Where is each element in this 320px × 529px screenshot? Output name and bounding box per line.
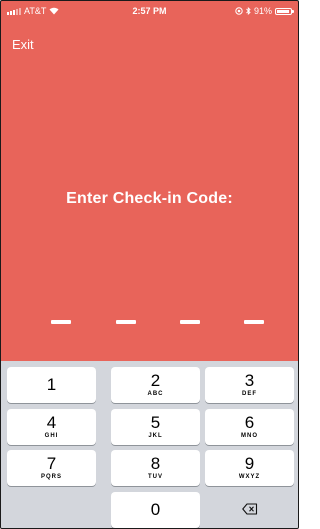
key-letters: WXYZ [238,474,261,480]
key-9[interactable]: 9 WXYZ [205,450,294,486]
key-letters: DEF [242,391,257,397]
key-digit: 8 [150,454,161,473]
key-letters: PQRS [40,474,62,480]
key-digit: 1 [46,375,57,394]
key-letters: ABC [147,391,164,397]
key-digit: 6 [244,413,255,432]
key-0[interactable]: 0 [111,492,200,528]
code-slot [244,320,264,324]
key-digit: 2 [150,371,161,390]
key-1[interactable]: 1 [7,367,96,403]
key-5[interactable]: 5 JKL [111,409,200,445]
key-letters: GHI [44,433,59,439]
key-letters: MNO [241,433,258,439]
key-digit: 9 [244,454,255,473]
key-digit: 5 [150,413,161,432]
key-digit: 3 [244,371,255,390]
battery-level [277,9,289,13]
code-slot [116,320,136,324]
numeric-keypad: 1 2 ABC 3 DEF 4 GHI 5 JKL 6 MNO 7 PQRS 8 TUV 9 WXYZ 0 [1,361,298,528]
key-4[interactable]: 4 GHI [7,409,96,445]
key-8[interactable]: 8 TUV [111,450,200,486]
key-digit: 0 [150,500,161,519]
code-slots[interactable] [1,320,298,326]
key-digit: 7 [46,454,57,473]
key-3[interactable]: 3 DEF [205,367,294,403]
location-icon [235,7,243,15]
delete-key[interactable] [205,492,294,528]
code-slot [180,320,200,324]
key-2[interactable]: 2 ABC [111,367,200,403]
key-7[interactable]: 7 PQRS [7,450,96,486]
exit-button[interactable]: Exit [12,37,34,52]
status-bar: AT&T 2:57 PM 91% [1,1,298,21]
status-right: 91% [235,6,294,16]
phone-screen: AT&T 2:57 PM 91% Exit Enter Check-in Cod… [0,0,299,529]
battery-icon [275,7,294,15]
key-letters: TUV [148,474,163,480]
check-in-prompt: Enter Check-in Code: [66,190,233,207]
backspace-icon [242,503,258,515]
code-slot [51,320,71,324]
bluetooth-icon [246,7,251,15]
key-letters: JKL [148,433,163,439]
key-digit: 4 [46,413,57,432]
battery-percent: 91% [253,6,272,16]
key-6[interactable]: 6 MNO [205,409,294,445]
